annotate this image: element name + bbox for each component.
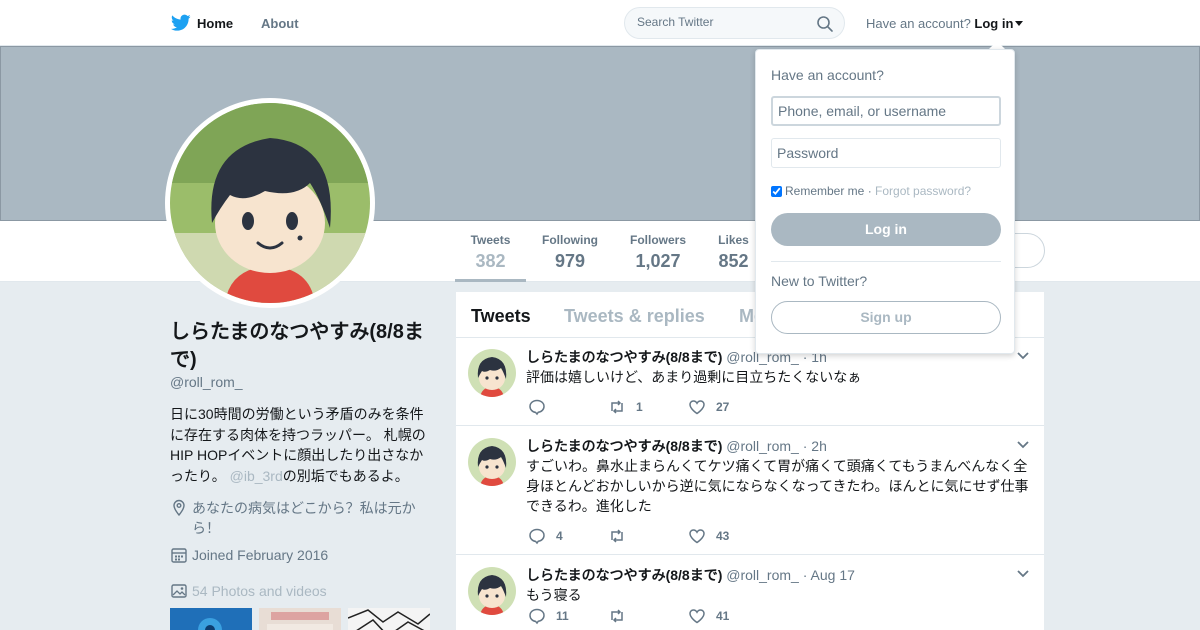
media-thumbnail-image <box>347 608 431 630</box>
search-icon[interactable] <box>816 15 834 33</box>
retweet-count: 1 <box>636 400 643 414</box>
password-field[interactable] <box>771 138 1001 168</box>
login-dropdown: Have an account? Remember me · Forgot pa… <box>755 49 1015 354</box>
like-count: 27 <box>716 400 730 414</box>
caret-down-icon[interactable] <box>1015 21 1024 26</box>
nav-about-link[interactable]: About <box>261 16 299 31</box>
media-thumbnail[interactable] <box>170 608 252 630</box>
tab-tweets[interactable]: Tweets <box>471 306 531 327</box>
tweet-author-name[interactable]: しらたまのなつやすみ(8/8まで) <box>526 349 722 365</box>
like-count: 43 <box>716 529 730 543</box>
new-to-twitter-label: New to Twitter? <box>771 273 868 289</box>
retweet-icon[interactable] <box>608 398 626 416</box>
nav-home-link[interactable]: Home <box>197 16 233 31</box>
search-box[interactable] <box>624 7 845 39</box>
retweet-icon[interactable] <box>608 607 626 625</box>
tab-tweets-replies[interactable]: Tweets & replies <box>564 306 705 327</box>
reply-count: 4 <box>556 529 563 543</box>
tweet-author-name[interactable]: しらたまのなつやすみ(8/8まで) <box>526 438 722 454</box>
tweet-header: しらたまのなつやすみ(8/8まで) @roll_rom_ · Aug 17 <box>526 565 855 585</box>
tweet-text: すごいわ。鼻水止まらんくてケツ痛くて胃が痛くて頭痛くてもうまんべんなく全身ほとん… <box>526 458 1029 514</box>
location-text: あなたの病気はどこから？私は元から！ <box>192 500 416 536</box>
avatar-image <box>468 438 516 486</box>
heart-icon[interactable] <box>688 527 706 545</box>
tweet-author-handle[interactable]: @roll_rom_ <box>726 438 799 454</box>
calendar-icon <box>171 548 187 563</box>
profile-avatar[interactable] <box>165 98 375 308</box>
tweet-avatar[interactable] <box>468 438 516 486</box>
stat-value: 979 <box>554 251 586 271</box>
tweet-avatar[interactable] <box>468 349 516 397</box>
tweet-author-name[interactable]: しらたまのなつやすみ(8/8まで) <box>526 567 722 583</box>
search-input[interactable] <box>637 15 807 29</box>
stat-value: 382 <box>475 251 506 271</box>
forgot-password-link[interactable]: Forgot password? <box>875 184 971 198</box>
media-thumbnail-image <box>170 608 252 630</box>
chevron-down-icon[interactable] <box>1016 569 1030 579</box>
media-thumbnail[interactable] <box>347 608 431 630</box>
stat-label: Followers <box>629 233 686 247</box>
heart-icon[interactable] <box>688 398 706 416</box>
stat-tweets[interactable]: Tweets 382 <box>455 233 526 282</box>
chevron-down-icon[interactable] <box>1016 351 1030 361</box>
reply-icon[interactable] <box>528 527 546 545</box>
avatar-image <box>170 103 370 303</box>
media-thumbnail[interactable] <box>259 608 341 630</box>
remember-me-checkbox[interactable] <box>771 186 782 197</box>
retweet-icon[interactable] <box>608 527 626 545</box>
stat-value: 1,027 <box>635 251 681 271</box>
remember-me-label[interactable]: Remember me <box>785 184 864 198</box>
profile-handle[interactable]: @roll_rom_ <box>170 374 243 390</box>
avatar-image <box>468 349 516 397</box>
separator: · <box>864 184 876 198</box>
tweet-avatar[interactable] <box>468 567 516 615</box>
tweet-text: 評価は嬉しいけど、あまり過剰に目立ちたくないなぁ <box>526 369 862 385</box>
signup-button[interactable]: Sign up <box>771 301 1001 334</box>
reply-count: 11 <box>556 609 569 623</box>
heart-icon[interactable] <box>688 607 706 625</box>
divider <box>771 261 1001 262</box>
login-button[interactable]: Log in <box>771 213 1001 246</box>
reply-icon[interactable] <box>528 398 546 416</box>
login-menu-toggle[interactable]: Log in <box>974 16 1013 31</box>
account-menu[interactable]: Have an account? Log in <box>866 16 1024 31</box>
login-title: Have an account? <box>771 67 884 83</box>
profile-location: あなたの病気はどこから？私は元から！ <box>170 498 432 538</box>
stat-following[interactable]: Following 979 <box>540 233 600 272</box>
tweet-item[interactable]: しらたまのなつやすみ(8/8まで) @roll_rom_ · 2h すごいわ。鼻… <box>456 427 1044 555</box>
chevron-down-icon[interactable] <box>1016 440 1030 450</box>
stat-followers[interactable]: Followers 1,027 <box>627 233 689 272</box>
stat-value: 852 <box>718 251 749 271</box>
tweet-text: もう寝る <box>526 587 582 603</box>
profile-bio: 日に30時間の労働という矛盾のみを条件に存在する肉体を持つラッパー。 札幌のHI… <box>170 404 432 486</box>
avatar-image <box>468 567 516 615</box>
like-count: 41 <box>716 609 730 623</box>
photos-link[interactable]: 54 Photos and videos <box>170 581 432 601</box>
profile-photos[interactable]: 54 Photos and videos <box>170 581 432 601</box>
bio-mention-link[interactable]: @ib_3rd <box>230 468 283 484</box>
tweet-author-handle[interactable]: @roll_rom_ <box>726 567 799 583</box>
tweet-timestamp[interactable]: · 2h <box>803 438 827 454</box>
account-prompt: Have an account? <box>866 16 971 31</box>
tweet-timestamp[interactable]: · Aug 17 <box>803 567 855 583</box>
image-icon <box>171 584 187 598</box>
joined-text: Joined February 2016 <box>192 547 329 563</box>
remember-me-row: Remember me · Forgot password? <box>771 184 971 198</box>
stat-label: Tweets <box>470 233 511 247</box>
username-field[interactable] <box>771 96 1001 126</box>
reply-icon[interactable] <box>528 607 546 625</box>
bio-text-end: の別垢でもあるよ。 <box>282 467 409 484</box>
twitter-bird-icon[interactable] <box>171 14 191 32</box>
tweet-header: しらたまのなつやすみ(8/8まで) @roll_rom_ · 2h <box>526 436 827 456</box>
location-pin-icon <box>173 499 185 517</box>
stat-label: Likes <box>718 233 749 247</box>
profile-name: しらたまのなつやすみ(8/8まで) <box>170 321 424 371</box>
top-nav: Home About Have an account? Log in <box>0 0 1200 46</box>
stat-label: Following <box>542 233 598 247</box>
profile-joined: Joined February 2016 <box>170 545 432 565</box>
tweet-item[interactable]: しらたまのなつやすみ(8/8まで) @roll_rom_ · Aug 17 もう… <box>456 556 1044 630</box>
media-thumbnail-image <box>259 608 341 630</box>
stat-likes[interactable]: Likes 852 <box>715 233 752 272</box>
